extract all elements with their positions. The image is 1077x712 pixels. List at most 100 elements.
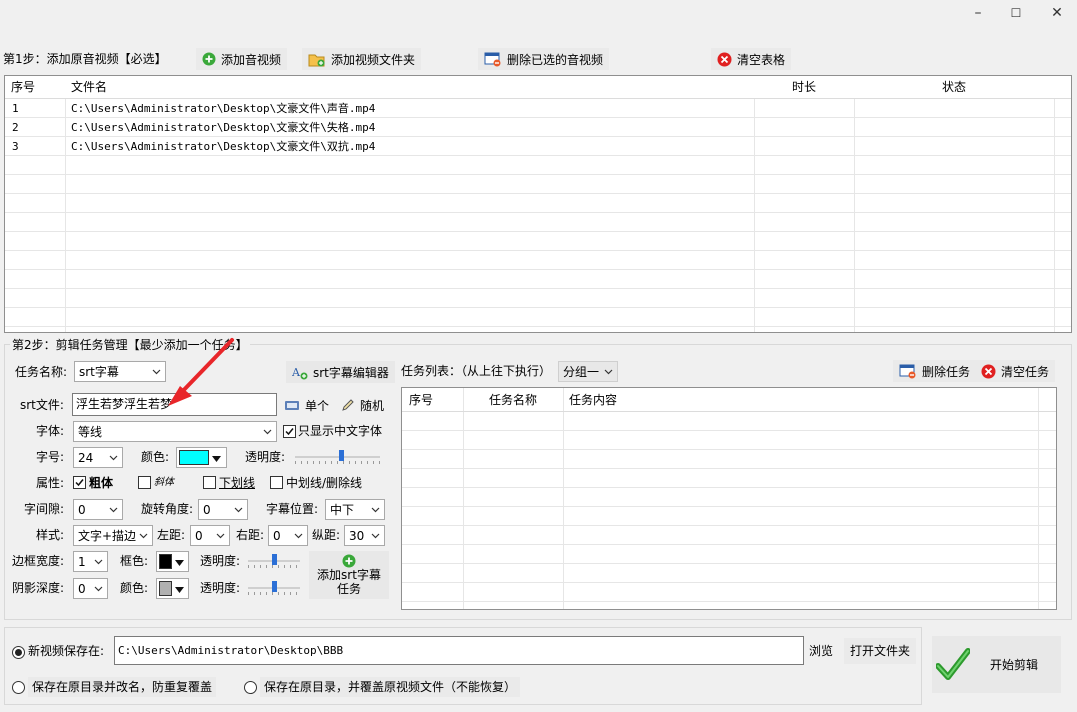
browse-button[interactable]: 浏览 xyxy=(809,641,833,661)
position-label: 字幕位置: xyxy=(266,502,319,516)
task-name-label: 任务名称: xyxy=(15,365,68,379)
table-row xyxy=(5,232,1071,251)
italic-label: 斜体 xyxy=(154,477,174,488)
srt-editor-button[interactable]: A srt字幕编辑器 xyxy=(286,361,395,383)
left-margin-label: 左距: xyxy=(157,528,186,542)
shadow-color-swatch xyxy=(159,581,172,596)
left-margin-select[interactable]: 0 xyxy=(190,525,230,546)
close-button[interactable]: ✕ xyxy=(1034,0,1077,26)
position-select[interactable]: 中下 xyxy=(325,499,385,520)
italic-checkbox[interactable] xyxy=(138,476,151,492)
checkbox-box xyxy=(138,476,151,489)
border-width-select[interactable]: 1 xyxy=(73,551,108,572)
bold-checkbox[interactable] xyxy=(73,476,86,491)
right-margin-select[interactable]: 0 xyxy=(268,525,308,546)
color-label: 颜色: xyxy=(141,450,170,464)
chevron-down-icon xyxy=(370,505,380,515)
single-button[interactable]: 单个 xyxy=(282,394,331,416)
window-remove-icon xyxy=(899,364,917,379)
style-select[interactable]: 文字+描边 xyxy=(73,525,153,546)
plus-circle-icon xyxy=(202,52,216,66)
bold-label: 粗体 xyxy=(89,476,114,490)
annotation-arrow-icon xyxy=(168,338,234,406)
group-select[interactable]: 分组一 xyxy=(558,361,618,382)
open-folder-button[interactable]: 打开文件夹 xyxy=(844,638,917,664)
opacity-slider[interactable] xyxy=(295,450,380,464)
save-overwrite-radio[interactable] xyxy=(244,681,257,697)
slider-thumb[interactable] xyxy=(272,581,277,592)
border-color-label: 框色: xyxy=(120,554,149,568)
vertical-margin-select[interactable]: 30 xyxy=(344,525,385,546)
header-duration[interactable]: 时长 xyxy=(792,76,816,99)
film-icon xyxy=(284,399,300,412)
slider-thumb[interactable] xyxy=(272,554,277,565)
maximize-button[interactable]: ☐ xyxy=(993,0,1039,26)
strike-checkbox[interactable] xyxy=(270,476,283,492)
table-row xyxy=(5,308,1071,327)
random-button[interactable]: 随机 xyxy=(339,394,386,416)
add-av-button[interactable]: 添加音视频 xyxy=(196,48,288,70)
save-rename-radio[interactable] xyxy=(12,681,25,697)
header-task-content[interactable]: 任务内容 xyxy=(569,388,617,412)
header-status[interactable]: 状态 xyxy=(942,76,966,99)
header-index[interactable]: 序号 xyxy=(409,388,433,412)
save-path-input[interactable]: C:\Users\Administrator\Desktop\BBB xyxy=(114,636,804,665)
spacing-select[interactable]: 0 xyxy=(73,499,123,520)
shadow-color-picker[interactable] xyxy=(156,578,189,599)
table-row[interactable]: 1 C:\Users\Administrator\Desktop\文豪文件\声音… xyxy=(5,99,1071,118)
file-table[interactable]: 序号 文件名 时长 状态 1 C:\Users\Administrator\De… xyxy=(4,75,1072,333)
table-row xyxy=(402,507,1056,526)
only-chinese-font-checkbox[interactable] xyxy=(283,425,296,440)
caret-down-icon xyxy=(175,555,184,569)
shadow-color-label: 颜色: xyxy=(120,581,149,595)
chevron-down-icon xyxy=(108,453,118,463)
font-label: 字体: xyxy=(36,424,65,438)
text-edit-icon: A xyxy=(292,365,308,380)
table-row xyxy=(402,545,1056,564)
rotation-select[interactable]: 0 xyxy=(198,499,248,520)
table-row xyxy=(402,431,1056,450)
table-row[interactable]: 2 C:\Users\Administrator\Desktop\文豪文件\失格… xyxy=(5,118,1071,137)
checkbox-box xyxy=(73,476,86,489)
attr-label: 属性: xyxy=(36,476,65,490)
radio-circle xyxy=(244,681,257,694)
caret-down-icon xyxy=(212,451,221,465)
table-row[interactable]: 3 C:\Users\Administrator\Desktop\文豪文件\双抗… xyxy=(5,137,1071,156)
slider-thumb[interactable] xyxy=(339,450,344,461)
border-opacity-slider[interactable] xyxy=(248,554,300,568)
add-folder-button[interactable]: 添加视频文件夹 xyxy=(302,48,422,70)
task-table[interactable]: 序号 任务名称 任务内容 xyxy=(401,387,1057,610)
table-row xyxy=(402,450,1056,469)
shadow-opacity-slider[interactable] xyxy=(248,581,300,595)
checkmark-icon xyxy=(936,647,970,682)
header-task-name[interactable]: 任务名称 xyxy=(489,388,537,412)
clear-task-button[interactable]: 清空任务 xyxy=(975,360,1056,382)
underline-checkbox[interactable] xyxy=(203,476,216,492)
only-chinese-font-label: 只显示中文字体 xyxy=(298,424,383,438)
text-color-picker[interactable] xyxy=(176,447,227,468)
font-select[interactable]: 等线 xyxy=(73,421,277,442)
task-name-select[interactable]: srt字幕 xyxy=(74,361,166,382)
text-color-swatch xyxy=(179,450,209,465)
size-select[interactable]: 24 xyxy=(73,447,123,468)
svg-text:A: A xyxy=(292,366,301,379)
style-label: 样式: xyxy=(36,528,65,542)
header-index[interactable]: 序号 xyxy=(11,76,35,99)
x-circle-icon xyxy=(717,52,732,67)
shadow-depth-select[interactable]: 0 xyxy=(73,578,108,599)
add-srt-task-button[interactable]: 添加srt字幕任务 xyxy=(309,551,389,599)
border-opacity-label: 透明度: xyxy=(200,554,241,568)
table-row xyxy=(5,213,1071,232)
clear-table-button[interactable]: 清空表格 xyxy=(711,48,792,70)
header-filename[interactable]: 文件名 xyxy=(71,76,107,99)
size-label: 字号: xyxy=(36,450,65,464)
caret-down-icon xyxy=(175,582,184,596)
border-color-picker[interactable] xyxy=(156,551,189,572)
start-edit-button[interactable]: 开始剪辑 xyxy=(932,636,1061,693)
table-row xyxy=(402,469,1056,488)
chevron-down-icon xyxy=(138,531,148,541)
srt-file-label: srt文件: xyxy=(20,398,64,412)
delete-task-button[interactable]: 删除任务 xyxy=(893,360,977,382)
save-new-radio[interactable] xyxy=(12,645,25,659)
delete-selected-button[interactable]: 删除已选的音视频 xyxy=(478,48,610,70)
